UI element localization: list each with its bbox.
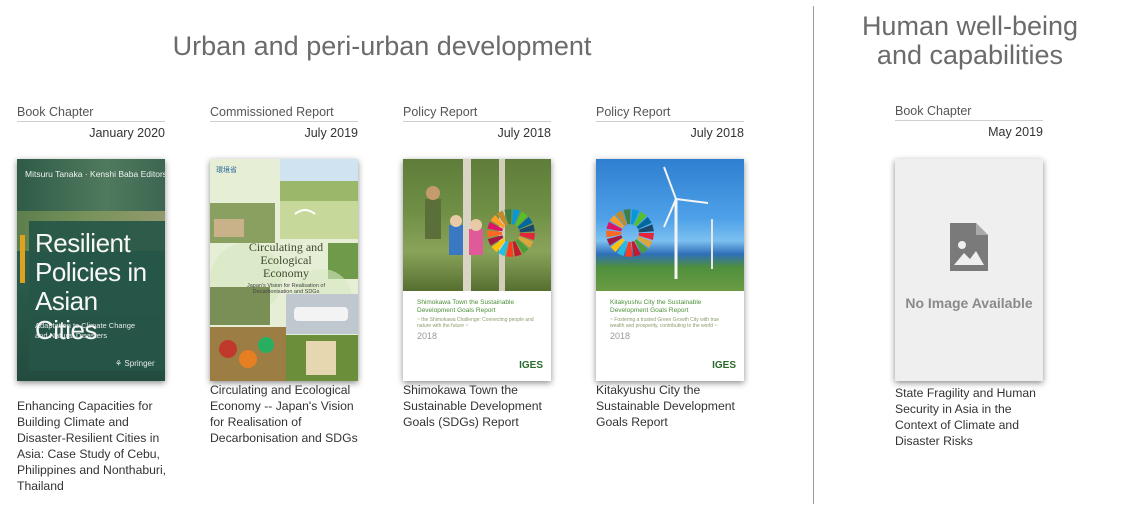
iges-logo: IGES (519, 360, 543, 371)
publication-type: Book Chapter (895, 104, 1043, 121)
publication-type: Book Chapter (17, 105, 165, 122)
publication-title-link[interactable]: Shimokawa Town the Sustainable Developme… (403, 382, 563, 430)
cover-year: 2018 (417, 331, 438, 341)
ministry-logo: 環境省 (216, 167, 237, 174)
section-divider (813, 6, 814, 504)
publication-title-link[interactable]: Enhancing Capacities for Building Climat… (17, 398, 177, 494)
cover-year: 2018 (610, 331, 631, 341)
cover-title: Kitakyushu City the Sustainable Developm… (610, 299, 702, 314)
book-cover[interactable]: Mitsuru Tanaka · Kenshi Baba Editors Res… (17, 159, 165, 381)
publication-title-link[interactable]: Circulating and Ecological Economy -- Ja… (210, 382, 370, 446)
publication-title-link[interactable]: Kitakyushu City the Sustainable Developm… (596, 382, 756, 430)
cover-tagline: ~ Fostering a trusted Green Growth City … (610, 317, 720, 329)
report-cover[interactable]: 環境省 Circulating and Ecological Economy J… (210, 159, 358, 381)
publication-title-link[interactable]: State Fragility and Human Security in As… (895, 385, 1055, 449)
image-placeholder-icon (950, 223, 988, 271)
iges-logo: IGES (712, 360, 736, 371)
publication-card[interactable]: Policy Report July 2018 Kitakyushu City … (596, 105, 744, 429)
section-title-urban: Urban and peri-urban development (172, 31, 592, 61)
publication-type: Policy Report (596, 105, 744, 122)
publication-date: July 2018 (497, 126, 551, 140)
cover-subtitle: Adaptation to Climate Change and Natural… (35, 321, 136, 340)
publication-card[interactable]: Policy Report July 2018 Shimokawa Town t… (403, 105, 551, 429)
no-image-label: No Image Available (905, 295, 1033, 311)
publication-date: May 2019 (988, 125, 1043, 139)
book-cover[interactable]: No Image Available (895, 159, 1043, 381)
publication-type: Commissioned Report (210, 105, 358, 122)
publisher-logo: ⚘ Springer (115, 359, 155, 368)
cover-title: Circulating and Ecological Economy (248, 240, 324, 280)
publication-date: July 2018 (690, 126, 744, 140)
section-title-human: Human well-being and capabilities (861, 11, 1079, 70)
cover-title: Shimokawa Town the Sustainable Developme… (417, 299, 515, 314)
cover-subtitle: Japan's Vision for Realisation of Decarb… (247, 283, 325, 295)
report-cover[interactable]: Kitakyushu City the Sustainable Developm… (596, 159, 744, 381)
cover-tagline: ~ the Shimokawa Challenge: Connecting pe… (417, 317, 534, 329)
cover-authors: Mitsuru Tanaka · Kenshi Baba Editors (25, 169, 165, 179)
wind-turbine-icon (606, 166, 713, 279)
publication-date: January 2020 (89, 126, 165, 140)
publication-card[interactable]: Book Chapter January 2020 Mitsuru Tanaka… (17, 105, 166, 493)
publication-card[interactable]: Commissioned Report July 2019 環境省 Circul… (210, 105, 358, 445)
publication-type: Policy Report (403, 105, 551, 122)
report-cover[interactable]: Shimokawa Town the Sustainable Developme… (403, 159, 551, 381)
publication-card[interactable]: Book Chapter May 2019 No Image Available… (895, 104, 1043, 448)
publication-date: July 2019 (304, 126, 358, 140)
sdg-wheel-icon (425, 159, 535, 291)
